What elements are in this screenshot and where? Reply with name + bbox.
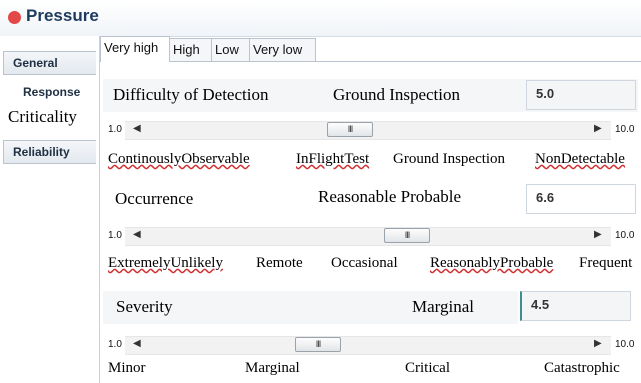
tab-label: Very low bbox=[253, 42, 303, 57]
severity-value-field[interactable]: 4.5 bbox=[520, 291, 631, 321]
detection-option[interactable]: Ground Inspection bbox=[393, 151, 505, 168]
right-arrow-icon[interactable]: ▶ bbox=[594, 123, 602, 134]
occurrence-option[interactable]: Frequent bbox=[579, 255, 632, 272]
detection-value: 5.0 bbox=[536, 86, 555, 101]
sidebar-item-label: Criticality bbox=[8, 107, 77, 126]
severity-option[interactable]: Marginal bbox=[245, 360, 300, 377]
occurrence-slider[interactable] bbox=[125, 227, 611, 246]
severity-scale-min: 1.0 bbox=[108, 339, 122, 350]
detection-option[interactable]: NonDetectable bbox=[535, 151, 625, 168]
status-dot-icon bbox=[8, 11, 21, 24]
occurrence-scale-min: 1.0 bbox=[108, 230, 122, 241]
occurrence-option[interactable]: Remote bbox=[256, 255, 303, 272]
tab-label: Low bbox=[215, 42, 239, 57]
detection-scale-max: 10.0 bbox=[615, 124, 635, 135]
left-arrow-icon[interactable]: ◀ bbox=[133, 229, 141, 240]
detection-slider-thumb[interactable]: III bbox=[327, 122, 373, 137]
sidebar-item-response[interactable]: Response bbox=[3, 81, 95, 103]
occurrence-value: 6.6 bbox=[536, 190, 555, 205]
occurrence-value-field[interactable]: 6.6 bbox=[526, 184, 636, 214]
right-arrow-icon[interactable]: ▶ bbox=[594, 229, 602, 240]
left-arrow-icon[interactable]: ◀ bbox=[133, 338, 141, 349]
severity-option[interactable]: Minor bbox=[108, 360, 146, 377]
severity-selected-level: Marginal bbox=[412, 297, 475, 316]
severity-slider-thumb[interactable]: III bbox=[295, 337, 341, 352]
tab-label: Very high bbox=[104, 40, 159, 55]
sidebar-item-reliability[interactable]: Reliability bbox=[3, 140, 96, 164]
sidebar-item-criticality[interactable]: Criticality bbox=[3, 106, 95, 128]
sidebar-item-label: Reliability bbox=[13, 145, 70, 159]
detection-scale-min: 1.0 bbox=[108, 124, 122, 135]
occurrence-option[interactable]: Occasional bbox=[331, 255, 398, 272]
severity-value: 4.5 bbox=[531, 297, 550, 312]
sidebar-item-general[interactable]: General bbox=[3, 51, 96, 75]
severity-option[interactable]: Catastrophic bbox=[544, 360, 620, 377]
detection-label: Difficulty of Detection bbox=[113, 85, 269, 104]
left-arrow-icon[interactable]: ◀ bbox=[133, 123, 141, 134]
severity-slider[interactable] bbox=[125, 336, 611, 355]
occurrence-option[interactable]: ReasonablyProbable bbox=[430, 255, 553, 272]
tab-label: High bbox=[173, 42, 200, 57]
occurrence-selected-level: Reasonable Probable bbox=[318, 187, 462, 206]
page-title: Pressure bbox=[26, 6, 99, 25]
sidebar-item-label: Response bbox=[23, 85, 81, 99]
tab-low[interactable]: Low bbox=[211, 38, 250, 61]
occurrence-scale-max: 10.0 bbox=[615, 230, 635, 241]
detection-option[interactable]: InFlightTest bbox=[296, 151, 369, 168]
occurrence-slider-thumb[interactable]: III bbox=[384, 228, 430, 243]
sidebar-item-label: General bbox=[13, 56, 58, 70]
detection-option[interactable]: ContinouslyObservable bbox=[108, 151, 250, 168]
tab-very-low[interactable]: Very low bbox=[249, 38, 316, 61]
severity-scale-max: 10.0 bbox=[615, 339, 635, 350]
tab-very-high[interactable]: Very high bbox=[100, 36, 170, 63]
tab-high[interactable]: High bbox=[169, 38, 212, 61]
right-arrow-icon[interactable]: ▶ bbox=[594, 338, 602, 349]
detection-selected-level: Ground Inspection bbox=[333, 85, 461, 104]
occurrence-option[interactable]: ExtremelyUnlikely bbox=[108, 255, 223, 272]
occurrence-label: Occurrence bbox=[115, 189, 194, 208]
severity-option[interactable]: Critical bbox=[405, 360, 450, 377]
severity-label: Severity bbox=[116, 297, 173, 316]
detection-value-field[interactable]: 5.0 bbox=[526, 80, 636, 110]
